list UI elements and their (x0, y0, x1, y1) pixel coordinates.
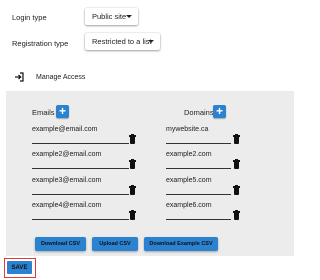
chevron-down-icon (148, 40, 154, 43)
download-example-csv-button[interactable]: Download Example CSV (144, 237, 218, 251)
delete-email-icon[interactable] (129, 210, 136, 220)
field-underline (166, 194, 231, 195)
domain-field[interactable]: example6.com (166, 202, 231, 220)
delete-domain-icon[interactable] (233, 210, 240, 220)
chevron-down-icon (126, 15, 132, 18)
download-csv-button[interactable]: Download CSV (35, 237, 86, 251)
access-list-panel: Emails + Domains + example@email.com exa… (6, 91, 294, 256)
email-value: example@email.com (32, 126, 98, 133)
email-field[interactable]: example2@email.com (32, 151, 129, 169)
domain-value: mywebsite.ca (166, 126, 209, 133)
registration-type-value: Restricted to a list (92, 37, 152, 46)
email-field[interactable]: example3@email.com (32, 177, 129, 195)
manage-access-title: Manage Access (36, 74, 86, 81)
email-value: example4@email.com (32, 202, 102, 209)
email-field[interactable]: example@email.com (32, 126, 129, 144)
email-value: example3@email.com (32, 177, 102, 184)
field-underline (166, 143, 231, 144)
login-type-label: Login type (12, 13, 47, 22)
login-type-select[interactable]: Public site (85, 8, 138, 25)
delete-domain-icon[interactable] (233, 185, 240, 195)
field-underline (32, 168, 129, 169)
field-underline (32, 219, 129, 220)
domains-title: Domains (184, 108, 214, 117)
domain-field[interactable]: example2.com (166, 151, 231, 169)
field-underline (32, 194, 129, 195)
upload-csv-button[interactable]: Upload CSV (92, 237, 138, 251)
domain-value: example6.com (166, 202, 212, 209)
login-type-value: Public site (92, 12, 127, 21)
delete-domain-icon[interactable] (233, 134, 240, 144)
email-field[interactable]: example4@email.com (32, 202, 129, 220)
field-underline (166, 219, 231, 220)
add-domain-button[interactable]: + (213, 105, 226, 118)
emails-title: Emails (32, 108, 55, 117)
domain-field[interactable]: example5.com (166, 177, 231, 195)
delete-email-icon[interactable] (129, 185, 136, 195)
delete-email-icon[interactable] (129, 134, 136, 144)
delete-email-icon[interactable] (129, 159, 136, 169)
domain-value: example5.com (166, 177, 212, 184)
save-button[interactable]: SAVE (7, 261, 32, 274)
domain-value: example2.com (166, 151, 212, 158)
delete-domain-icon[interactable] (233, 159, 240, 169)
login-icon (15, 72, 24, 82)
field-underline (166, 168, 231, 169)
field-underline (32, 143, 129, 144)
domain-field[interactable]: mywebsite.ca (166, 126, 231, 144)
add-email-button[interactable]: + (56, 105, 69, 118)
email-value: example2@email.com (32, 151, 102, 158)
registration-type-select[interactable]: Restricted to a list (85, 33, 160, 50)
save-highlight: SAVE (4, 258, 36, 278)
registration-type-label: Registration type (12, 39, 69, 48)
